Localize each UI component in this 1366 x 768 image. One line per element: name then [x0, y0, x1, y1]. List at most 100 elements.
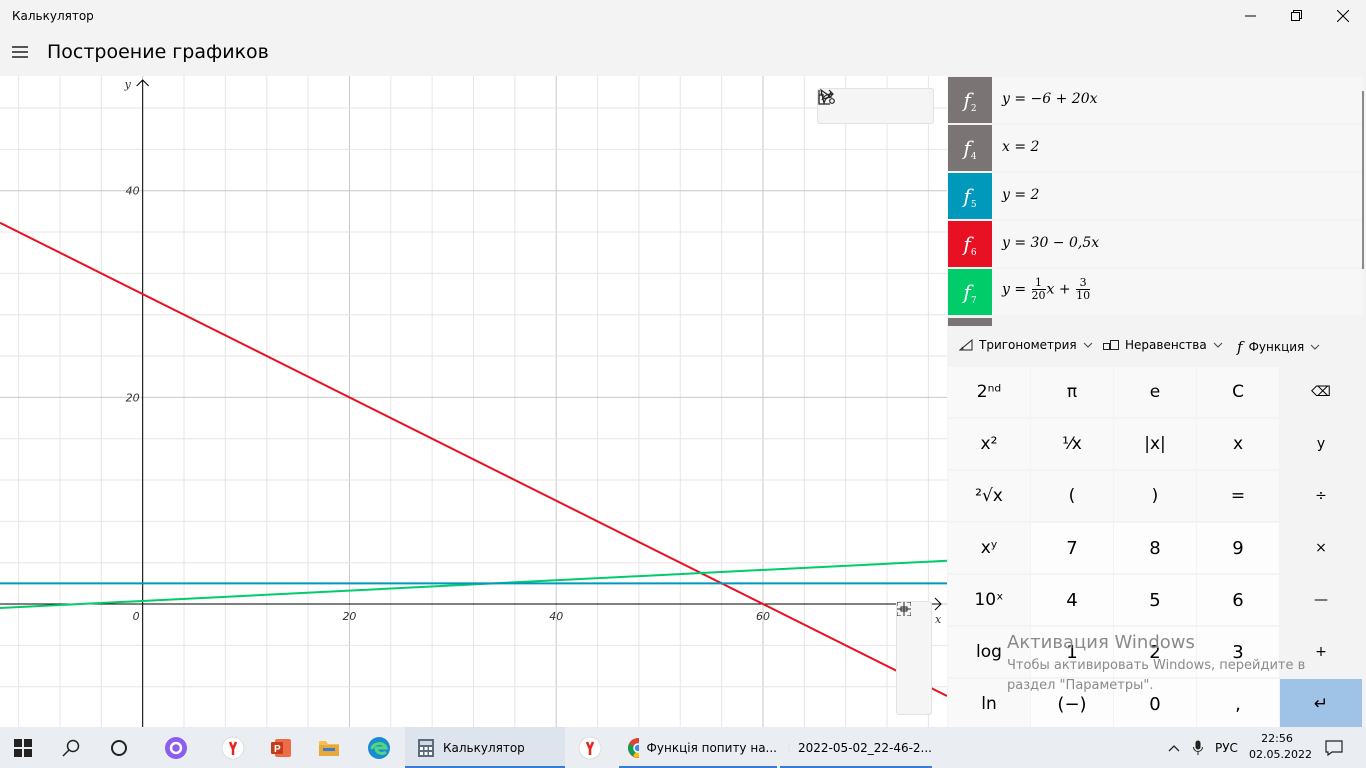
- file-explorer-button[interactable]: [306, 727, 352, 768]
- key-row2-0[interactable]: x²: [948, 419, 1030, 469]
- function-color-swatch[interactable]: f7: [948, 269, 992, 315]
- key-row6-4[interactable]: +: [1280, 627, 1362, 677]
- next-function-swatch: [948, 318, 992, 326]
- clock-time: 22:56: [1261, 732, 1293, 745]
- key-row1-1[interactable]: π: [1031, 367, 1113, 417]
- page-title: Построение графиков: [47, 41, 269, 63]
- key-row4-4[interactable]: ×: [1280, 523, 1362, 573]
- function-color-swatch[interactable]: f6: [948, 221, 992, 267]
- function-row[interactable]: f5 y = 2: [947, 173, 1362, 219]
- y-tick-label: 40: [126, 185, 140, 198]
- function-expression[interactable]: y = 1 20 x + 3 10: [1002, 277, 1091, 302]
- taskbar-app-yandex[interactable]: 2022-05-02_22-46-2...: [780, 727, 932, 768]
- key-row7-1[interactable]: (−): [1031, 679, 1113, 729]
- close-button[interactable]: [1320, 0, 1366, 32]
- alice-button[interactable]: [153, 727, 199, 768]
- key-row5-2[interactable]: 5: [1114, 575, 1196, 625]
- key-row3-0[interactable]: ²√x: [948, 471, 1030, 521]
- function-row[interactable]: f4 x = 2: [947, 125, 1362, 171]
- notification-icon: [1325, 739, 1343, 756]
- function-color-swatch[interactable]: f2: [948, 77, 992, 123]
- taskbar-app-calculator[interactable]: Калькулятор: [405, 727, 565, 768]
- key-row2-4[interactable]: y: [1280, 419, 1362, 469]
- expr-middle: x +: [1046, 281, 1076, 298]
- key-row4-1[interactable]: 7: [1031, 523, 1113, 573]
- key-row2-3[interactable]: x: [1197, 419, 1279, 469]
- key-row5-0[interactable]: 10ˣ: [948, 575, 1030, 625]
- zoom-fit-button[interactable]: [897, 602, 931, 713]
- function-color-swatch[interactable]: f4: [948, 125, 992, 171]
- graph-settings-button[interactable]: [818, 89, 932, 123]
- language-indicator[interactable]: РУС: [1215, 727, 1245, 768]
- key-row3-3[interactable]: =: [1197, 471, 1279, 521]
- function-expression[interactable]: y = −6 + 20x: [1002, 91, 1098, 107]
- key-row3-4[interactable]: ÷: [1280, 471, 1362, 521]
- function-label: f: [963, 280, 971, 304]
- function-expression[interactable]: x = 2: [1002, 139, 1039, 155]
- key-row1-2[interactable]: e: [1114, 367, 1196, 417]
- key-row5-3[interactable]: 6: [1197, 575, 1279, 625]
- key-row2-1[interactable]: ¹⁄x: [1031, 419, 1113, 469]
- menu-button[interactable]: [8, 40, 32, 64]
- function-dropdown[interactable]: f Функция: [1237, 338, 1320, 356]
- key-row6-0[interactable]: log: [948, 627, 1030, 677]
- key-row7-0[interactable]: ln: [948, 679, 1030, 729]
- taskbar-app-label: Функція попиту на...: [646, 740, 777, 755]
- key-row4-3[interactable]: 9: [1197, 523, 1279, 573]
- notifications-button[interactable]: [1322, 727, 1346, 768]
- function-list-scrollbar[interactable]: [1362, 91, 1364, 269]
- share-button[interactable]: [818, 89, 894, 123]
- taskbar-app-label: 2022-05-02_22-46-2...: [797, 740, 932, 755]
- function-row[interactable]: f6 y = 30 − 0,5x: [947, 221, 1362, 267]
- key-row3-1[interactable]: (: [1031, 471, 1113, 521]
- yandex-browser-icon: [578, 736, 602, 759]
- fraction: 1 20: [1031, 277, 1046, 302]
- function-color-swatch[interactable]: f5: [948, 173, 992, 219]
- function-expression[interactable]: y = 2: [1002, 187, 1039, 203]
- key-row3-2[interactable]: ): [1114, 471, 1196, 521]
- key-row7-2[interactable]: 0: [1114, 679, 1196, 729]
- x-axis-label: x: [935, 613, 942, 626]
- restore-button[interactable]: [1274, 0, 1320, 32]
- taskbar-app-chrome[interactable]: Функція попиту на...: [619, 727, 777, 768]
- key-row4-2[interactable]: 8: [1114, 523, 1196, 573]
- edge-button[interactable]: [356, 727, 402, 768]
- y-tick-label: 20: [126, 391, 140, 404]
- function-row[interactable]: f7 y = 1 20 x + 3 10: [947, 269, 1362, 315]
- clock[interactable]: 22:56 02.05.2022: [1249, 731, 1312, 763]
- key-row7-4[interactable]: ↵: [1280, 679, 1362, 729]
- key-row6-1[interactable]: 1: [1031, 627, 1113, 677]
- key-row1-0[interactable]: 2ⁿᵈ: [948, 367, 1030, 417]
- title-bar: Калькулятор: [0, 0, 1366, 32]
- start-button[interactable]: [0, 727, 46, 768]
- search-button[interactable]: [48, 727, 94, 768]
- key-row5-4[interactable]: —: [1280, 575, 1362, 625]
- key-row1-4[interactable]: ⌫: [1280, 367, 1362, 417]
- key-row1-3[interactable]: C: [1197, 367, 1279, 417]
- zoom-out-button[interactable]: [897, 608, 931, 676]
- window-title: Калькулятор: [12, 9, 94, 23]
- minimize-button[interactable]: [1228, 0, 1274, 32]
- function-expression[interactable]: y = 30 − 0,5x: [1002, 235, 1099, 251]
- powerpoint-button[interactable]: P: [258, 727, 304, 768]
- svg-text:P: P: [274, 744, 281, 755]
- edge-icon: [368, 736, 390, 759]
- yandex-browser-pinned-button[interactable]: [567, 727, 613, 768]
- key-row6-3[interactable]: 3: [1197, 627, 1279, 677]
- inequalities-dropdown[interactable]: Неравенства: [1103, 338, 1223, 352]
- trigonometry-dropdown[interactable]: Тригонометрия: [959, 338, 1093, 352]
- key-row5-1[interactable]: 4: [1031, 575, 1113, 625]
- tray-overflow-button[interactable]: [1164, 727, 1184, 768]
- function-row[interactable]: f2 y = −6 + 20x: [947, 77, 1362, 123]
- chevron-down-icon: [1083, 342, 1092, 348]
- yandex-browser-button[interactable]: [210, 727, 256, 768]
- microphone-button[interactable]: [1189, 727, 1207, 768]
- taskbar: P Калькулятор Функція попиту на... 2022-…: [0, 727, 1366, 768]
- key-row6-2[interactable]: 2: [1114, 627, 1196, 677]
- key-row7-3[interactable]: ,: [1197, 679, 1279, 729]
- key-row4-0[interactable]: xʸ: [948, 523, 1030, 573]
- app-header: Построение графиков: [0, 32, 1366, 76]
- cortana-button[interactable]: [96, 727, 142, 768]
- key-row2-2[interactable]: |x|: [1114, 419, 1196, 469]
- graph-canvas[interactable]: x y 0 20 40 60 40 20: [0, 76, 947, 727]
